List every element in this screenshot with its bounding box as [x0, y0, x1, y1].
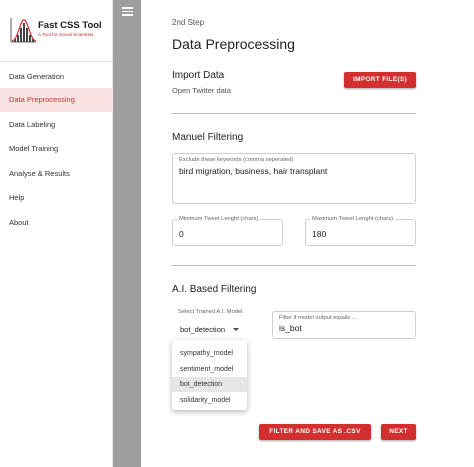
sidebar-item-data-labeling[interactable]: Data Labeling — [0, 113, 113, 137]
model-select-label: Select Trained A.I. Model — [178, 309, 243, 315]
model-dropdown-menu: sympathy_model sentiment_model bot_detec… — [172, 340, 247, 410]
dropdown-option-sentiment-model[interactable]: sentiment_model — [172, 362, 247, 377]
model-output-filter-value: is_bot — [279, 323, 302, 333]
exclude-keywords-label: Exclude these keywords (comma seperated) — [179, 157, 294, 163]
brand-name: Fast CSS Tool — [38, 20, 102, 31]
next-button[interactable]: NEXT — [381, 424, 416, 440]
sidebar-divider — [0, 61, 113, 62]
sidebar-item-about[interactable]: About — [0, 211, 113, 235]
model-output-filter-label: Filter if model output equals ... — [279, 315, 357, 321]
ai-filtering-title: A.I. Based Filtering — [172, 284, 257, 295]
dropdown-option-sympathy-model[interactable]: sympathy_model — [172, 346, 247, 361]
max-tweet-length-value: 180 — [312, 229, 327, 239]
min-tweet-length-label: Minimum Tweet Lenght (chars) — [177, 216, 261, 222]
dropdown-option-solidarity-model[interactable]: solidarity_model — [172, 393, 247, 408]
sidebar-item-model-training[interactable]: Model Training — [0, 137, 113, 161]
import-files-button[interactable]: IMPORT FILE(S) — [344, 72, 416, 88]
sidebar: Fast CSS Tool A Tool for Social Scientis… — [0, 0, 113, 467]
min-tweet-length-field[interactable]: Minimum Tweet Lenght (chars) 0 — [172, 216, 283, 246]
max-tweet-length-label: Maximum Tweet Lenght (chars) — [310, 216, 396, 222]
min-tweet-length-value: 0 — [179, 229, 184, 239]
step-label: 2nd Step — [172, 18, 205, 27]
filter-and-save-csv-button[interactable]: FILTER AND SAVE AS .CSV — [259, 424, 371, 440]
caret-down-icon — [233, 328, 239, 331]
import-data-title: Import Data — [172, 70, 225, 81]
exclude-keywords-field[interactable]: Exclude these keywords (comma seperated)… — [172, 153, 416, 204]
hamburger-menu-icon[interactable] — [122, 7, 133, 16]
sidebar-item-data-generation[interactable]: Data Generation — [0, 65, 113, 89]
manual-filtering-title: Manuel Filtering — [172, 132, 244, 143]
sidebar-item-analyse-results[interactable]: Analyse & Results — [0, 162, 113, 186]
model-output-filter-field[interactable]: Filter if model output equals ... is_bot — [272, 311, 416, 339]
max-tweet-length-field[interactable]: Maximum Tweet Lenght (chars) 180 — [305, 216, 416, 246]
sidebar-item-help[interactable]: Help — [0, 186, 113, 210]
sidebar-item-data-preprocessing[interactable]: Data Preprocessing — [0, 88, 113, 112]
model-select-value: bot_detection — [180, 325, 226, 334]
section-divider — [172, 265, 416, 266]
import-data-subtitle: Open Twitter data — [172, 86, 232, 95]
bell-curve-chart-icon — [10, 18, 37, 43]
exclude-keywords-value: bird migration, business, hair transplan… — [179, 166, 328, 176]
page-title: Data Preprocessing — [172, 36, 295, 52]
dropdown-option-bot-detection[interactable]: bot_detection — [172, 377, 247, 392]
model-select[interactable]: bot_detection — [172, 318, 246, 338]
brand-logo[interactable]: Fast CSS Tool A Tool for Social Scientis… — [8, 14, 106, 52]
sidebar-toggle-strip — [113, 0, 141, 467]
brand-tagline: A Tool for Social Scientists — [38, 32, 94, 37]
section-divider — [172, 113, 416, 114]
